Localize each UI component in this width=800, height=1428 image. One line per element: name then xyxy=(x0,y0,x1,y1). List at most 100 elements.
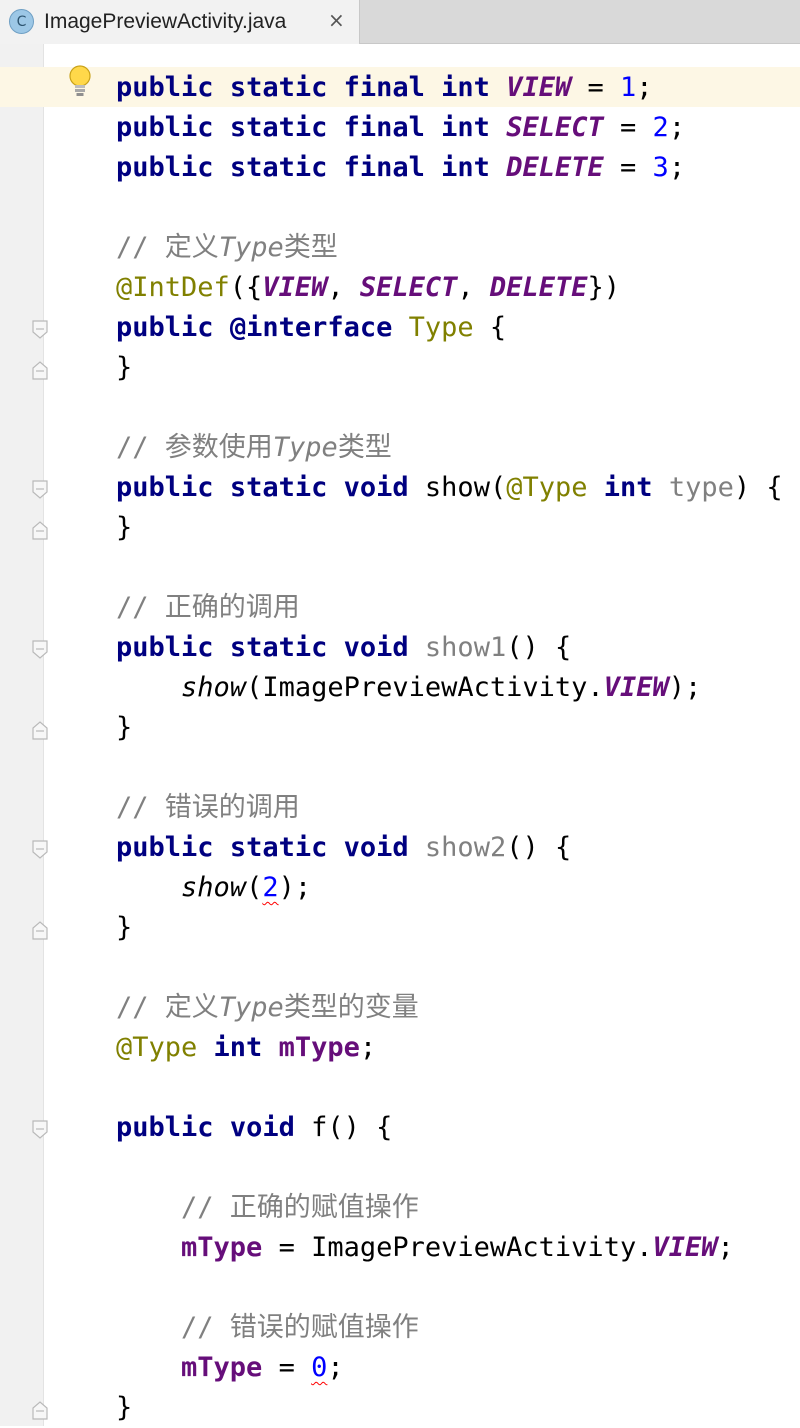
code-token: ( xyxy=(489,472,507,503)
code-token: VIEW xyxy=(506,72,572,103)
code-token: } xyxy=(116,512,133,543)
code-comment: // 正确的赋值操作 xyxy=(116,1188,783,1228)
code-token: public xyxy=(116,832,214,863)
fold-open-icon[interactable] xyxy=(31,640,49,660)
code-token: ({ xyxy=(229,272,263,303)
code-token: static xyxy=(229,72,328,103)
code-token: // 定义 xyxy=(116,232,219,263)
code-token: public xyxy=(116,152,214,183)
code-comment: // 定义Type类型的变量 xyxy=(116,988,783,1028)
code-token: mType xyxy=(181,1352,263,1383)
code-token: } xyxy=(116,352,133,383)
code-token: Type xyxy=(272,432,338,463)
intention-bulb-icon[interactable] xyxy=(66,64,94,98)
code-token: 类型 xyxy=(283,232,338,263)
code-token: // 错误的赋值操作 xyxy=(181,1312,419,1343)
code-token: show xyxy=(181,872,247,903)
code-token: , xyxy=(327,272,360,303)
code-token: ( xyxy=(246,672,263,703)
code-token: @Type xyxy=(116,1032,198,1063)
code-token: ImagePreviewActivity. xyxy=(311,1232,653,1263)
code-area[interactable]: public static final int VIEW = 1; public… xyxy=(116,68,783,1428)
code-token: }) xyxy=(587,272,620,303)
editor-tab[interactable]: C ImagePreviewActivity.java × xyxy=(0,0,360,44)
code-token: () { xyxy=(327,1112,393,1143)
fold-open-icon[interactable] xyxy=(31,1120,49,1140)
code-token: public xyxy=(116,632,214,663)
code-token: = xyxy=(262,1352,312,1383)
tab-title: ImagePreviewActivity.java xyxy=(44,10,287,33)
code-token: Type xyxy=(408,312,474,343)
code-token: @interface xyxy=(229,312,393,343)
code-token: SELECT xyxy=(359,272,458,303)
code-line: public static final int VIEW = 1; xyxy=(116,68,783,108)
code-token: public xyxy=(116,112,214,143)
code-token: = xyxy=(603,112,653,143)
code-line: public @interface Type { xyxy=(116,308,783,348)
fold-close-icon[interactable] xyxy=(31,360,49,380)
code-token: } xyxy=(116,1392,133,1423)
code-token: public xyxy=(116,1112,214,1143)
code-comment: // 错误的赋值操作 xyxy=(116,1308,783,1348)
close-icon[interactable]: × xyxy=(328,8,345,32)
code-token: mType xyxy=(278,1032,360,1063)
code-token: int xyxy=(441,112,490,143)
code-line: show(ImagePreviewActivity.VIEW); xyxy=(116,668,783,708)
code-token: SELECT xyxy=(506,112,604,143)
code-token: ; xyxy=(717,1232,734,1263)
code-line: public void f() { xyxy=(116,1108,783,1148)
code-line: show(2); xyxy=(116,868,783,908)
code-token: = xyxy=(262,1232,312,1263)
code-token: void xyxy=(229,1112,295,1143)
code-token: VIEW xyxy=(262,272,328,303)
code-line: public static void show2() { xyxy=(116,828,783,868)
fold-close-icon[interactable] xyxy=(31,920,49,940)
code-token: () { xyxy=(506,632,572,663)
code-token: } xyxy=(116,712,133,743)
code-token: () { xyxy=(506,832,572,863)
code-line: mType = 0; xyxy=(116,1348,783,1388)
fold-open-icon[interactable] xyxy=(31,480,49,500)
code-token: void xyxy=(343,832,409,863)
lint-error-literal[interactable]: 2 xyxy=(262,872,278,903)
code-line: } xyxy=(116,1388,783,1428)
fold-close-icon[interactable] xyxy=(31,720,49,740)
class-file-icon: C xyxy=(9,9,34,34)
code-token: int xyxy=(213,1032,263,1063)
code-comment: // 正确的调用 xyxy=(116,588,783,628)
fold-open-icon[interactable] xyxy=(31,320,49,340)
code-token: = xyxy=(603,152,653,183)
fold-close-icon[interactable] xyxy=(31,520,49,540)
code-token: ); xyxy=(668,672,702,703)
code-token: mType xyxy=(181,1232,263,1263)
code-token: 1 xyxy=(620,72,637,103)
code-token: ) { xyxy=(733,472,783,503)
code-line: public static void show(@Type int type) … xyxy=(116,468,783,508)
code-line: } xyxy=(116,508,783,548)
code-token: final xyxy=(343,112,425,143)
lint-error-literal[interactable]: 0 xyxy=(311,1352,327,1383)
code-token: f xyxy=(311,1112,328,1143)
code-token: static xyxy=(229,632,328,663)
code-token: static xyxy=(229,472,328,503)
code-token: 3 xyxy=(652,152,669,183)
fold-close-icon[interactable] xyxy=(31,1400,49,1420)
code-token: public xyxy=(116,72,214,103)
code-token: show2 xyxy=(424,832,507,863)
code-line: public static void show1() { xyxy=(116,628,783,668)
code-token: ; xyxy=(327,1352,344,1383)
fold-open-icon[interactable] xyxy=(31,840,49,860)
code-token: } xyxy=(116,912,133,943)
code-comment: // 错误的调用 xyxy=(116,788,783,828)
code-token: { xyxy=(473,312,507,343)
code-token: int xyxy=(441,152,490,183)
code-token: public xyxy=(116,472,214,503)
code-token: , xyxy=(457,272,490,303)
code-token: type xyxy=(668,472,734,503)
